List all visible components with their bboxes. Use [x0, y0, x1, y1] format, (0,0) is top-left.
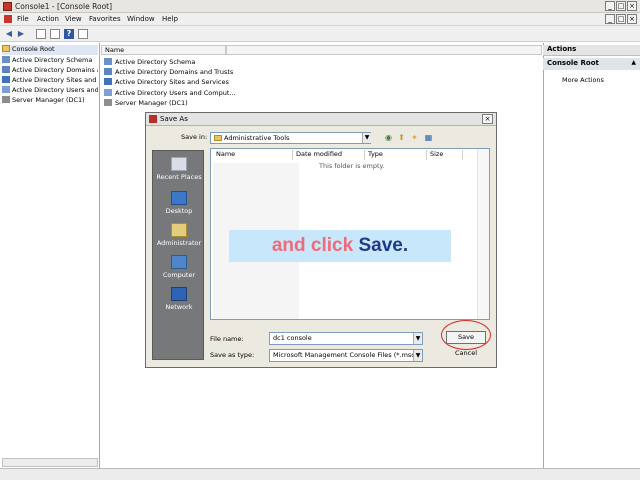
window-title: Console1 - [Console Root]: [15, 2, 113, 11]
close-button[interactable]: ×: [627, 1, 637, 11]
chevron-down-icon[interactable]: ▼: [413, 333, 422, 344]
forward-icon[interactable]: ▶: [16, 29, 26, 39]
menu-view[interactable]: View: [65, 15, 82, 23]
tree-item-ad-schema[interactable]: Active Directory Schema: [2, 56, 98, 66]
toolbar: ◀ ▶ ?: [0, 26, 640, 42]
menu-help[interactable]: Help: [162, 15, 178, 23]
child-close-button[interactable]: ×: [627, 14, 637, 24]
sites-icon: [2, 76, 10, 83]
list-item[interactable]: Active Directory Schema: [104, 58, 195, 66]
places-bar: Recent Places Desktop Administrator Comp…: [152, 150, 204, 360]
place-administrator[interactable]: Administrator: [153, 223, 205, 247]
list-item[interactable]: Active Directory Users and Comput...: [104, 89, 236, 97]
more-actions-link[interactable]: More Actions: [562, 76, 604, 84]
save-as-type-label: Save as type:: [210, 351, 255, 359]
actions-section-console-root[interactable]: Console Root ▲: [543, 58, 640, 70]
maximize-button[interactable]: □: [616, 1, 626, 11]
child-restore-button[interactable]: □: [616, 14, 626, 24]
dialog-close-button[interactable]: ×: [482, 114, 493, 124]
tree-item-ad-domains[interactable]: Active Directory Domains and Trusts: [2, 66, 98, 76]
schema-icon: [104, 58, 112, 65]
place-recent[interactable]: Recent Places: [153, 157, 205, 181]
menu-bar: File Action View Favorites Window Help _…: [0, 13, 640, 26]
save-in-label: Save in:: [181, 133, 208, 141]
console-tree-pane: Console Root Active Directory Schema Act…: [0, 43, 100, 468]
recent-places-icon: [171, 157, 187, 171]
back-icon[interactable]: ◀: [4, 29, 14, 39]
properties-icon[interactable]: [50, 29, 60, 39]
file-name-input[interactable]: dc1 console: [269, 332, 423, 345]
actions-title: Actions: [543, 45, 640, 56]
console-icon: [4, 15, 12, 23]
list-item[interactable]: Active Directory Domains and Trusts: [104, 68, 233, 76]
minimize-button[interactable]: _: [605, 1, 615, 11]
tree-horizontal-scrollbar[interactable]: [2, 458, 98, 467]
help-icon[interactable]: ?: [64, 29, 74, 39]
schema-icon: [2, 56, 10, 63]
column-header-size[interactable]: Size: [427, 150, 463, 160]
tree-item-console-root[interactable]: Console Root: [2, 45, 98, 55]
instruction-caption: and click Save.: [229, 230, 451, 262]
place-computer[interactable]: Computer: [153, 255, 205, 279]
instruction-text-part2: Save.: [358, 235, 409, 256]
show-action-pane-icon[interactable]: [78, 29, 88, 39]
server-icon: [104, 99, 112, 106]
file-list-scrollbar[interactable]: [477, 149, 489, 319]
save-in-dropdown[interactable]: Administrative Tools: [210, 132, 371, 144]
save-as-type-dropdown[interactable]: Microsoft Management Console Files (*.ms…: [269, 349, 423, 362]
save-highlight-circle: [441, 320, 491, 350]
status-bar: [0, 468, 640, 480]
place-network[interactable]: Network: [153, 287, 205, 311]
place-desktop[interactable]: Desktop: [153, 191, 205, 215]
server-icon: [2, 96, 10, 103]
column-header-name[interactable]: Name: [213, 150, 293, 160]
folder-icon: [214, 135, 222, 141]
list-item[interactable]: Active Directory Sites and Services: [104, 78, 229, 86]
column-header-date-modified[interactable]: Date modified: [293, 150, 365, 160]
list-item[interactable]: Server Manager (DC1): [104, 99, 188, 107]
dialog-title: Save As: [160, 115, 188, 123]
back-folder-icon[interactable]: ◉: [383, 132, 394, 143]
sites-icon: [104, 78, 112, 85]
users-icon: [2, 86, 10, 93]
computer-icon: [171, 255, 187, 269]
column-header-name[interactable]: Name: [101, 45, 226, 55]
chevron-down-icon[interactable]: ▼: [413, 350, 422, 361]
instruction-text-part1: and click: [271, 235, 359, 256]
tree-item-server-manager[interactable]: Server Manager (DC1): [2, 96, 98, 106]
up-folder-icon[interactable]: ⬆: [396, 132, 407, 143]
user-folder-icon: [171, 223, 187, 237]
file-name-label: File name:: [210, 335, 244, 343]
views-menu-icon[interactable]: ▦: [423, 132, 434, 143]
title-bar: Console1 - [Console Root] _ □ ×: [0, 0, 640, 13]
empty-folder-message: This folder is empty.: [319, 162, 385, 170]
dialog-title-bar: Save As ×: [146, 113, 496, 126]
tree-item-ad-users[interactable]: Active Directory Users and Computers: [2, 86, 98, 96]
column-header-blank: [226, 45, 542, 55]
mmc-app-icon: [149, 115, 157, 123]
child-minimize-button[interactable]: _: [605, 14, 615, 24]
column-header-type[interactable]: Type: [365, 150, 427, 160]
show-hide-tree-icon[interactable]: [36, 29, 46, 39]
folder-icon: [2, 45, 10, 52]
users-icon: [104, 89, 112, 96]
desktop-icon: [171, 191, 187, 205]
menu-window[interactable]: Window: [127, 15, 155, 23]
actions-pane: [543, 43, 640, 468]
domains-icon: [2, 66, 10, 73]
mmc-app-icon: [3, 2, 12, 11]
domains-icon: [104, 68, 112, 75]
tree-item-ad-sites[interactable]: Active Directory Sites and Services: [2, 76, 98, 86]
new-folder-icon[interactable]: ✦: [409, 132, 420, 143]
collapse-arrow-icon[interactable]: ▲: [631, 59, 636, 66]
menu-file[interactable]: File: [17, 15, 29, 23]
chevron-down-icon[interactable]: ▼: [362, 133, 371, 143]
menu-action[interactable]: Action: [37, 15, 59, 23]
menu-favorites[interactable]: Favorites: [89, 15, 121, 23]
network-icon: [171, 287, 187, 301]
